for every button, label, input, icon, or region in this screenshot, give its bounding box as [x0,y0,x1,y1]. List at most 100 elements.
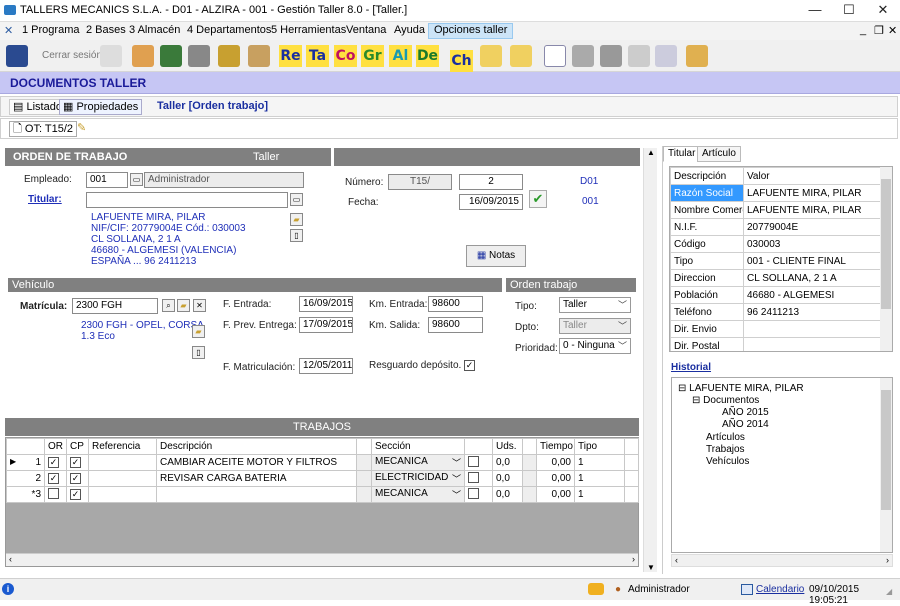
col-descripcion[interactable]: Descripción [670,167,744,185]
notas-button[interactable]: ▦ Notas [466,245,526,267]
tab-titular[interactable]: Titular [663,146,701,162]
seccion-cell[interactable]: ELECTRICIDAD ﹀ [371,470,465,487]
check-e2-icon[interactable] [510,45,532,67]
close-button[interactable]: ✕ [866,0,900,22]
tree-scroll-thumb[interactable] [881,390,891,510]
mdi-close-icon[interactable]: ✕ [888,24,897,37]
property-row[interactable]: Dir. Postal [670,337,881,351]
right-horizontal-scrollbar[interactable]: ‹ › [671,554,893,567]
calendario-link[interactable]: Calendario [756,584,804,595]
property-row[interactable]: N.I.F. 20779004E [670,218,881,236]
car-icon[interactable] [160,45,182,67]
table-row[interactable]: ▶ 1 ✓ ✓ CAMBIAR ACEITE MOTOR Y FILTROS ME… [6,454,639,471]
prioridad-select[interactable]: 0 - Ninguna ﹀ [559,338,631,354]
menu-opciones-taller[interactable]: Opciones taller [428,23,514,39]
col-tiempo[interactable]: Tiempo [536,438,575,455]
col-referencia[interactable]: Referencia [88,438,157,455]
descripcion-cell[interactable]: CAMBIAR ACEITE MOTOR Y FILTROS [156,454,357,471]
resize-grip-icon[interactable]: ◢ [886,587,892,596]
main-vertical-scrollbar[interactable]: ▲ ▼ [643,148,657,572]
tiempo-cell[interactable]: 0,00 [536,486,575,503]
maximize-button[interactable]: ☐ [832,0,866,22]
col-or[interactable]: OR [44,438,67,455]
numero-input[interactable]: 2 [459,174,523,190]
open-folder-icon[interactable]: ▰ [290,213,303,226]
empleado-code-input[interactable]: 001 [86,172,128,188]
dpto-select[interactable]: Taller ﹀ [559,318,631,334]
al-button[interactable]: Al [389,45,412,67]
table-row[interactable]: 2 ✓ ✓ REVISAR CARGA BATERIA ELECTRICIDAD… [6,470,639,487]
properties-scrollbar[interactable] [880,167,892,351]
co-button[interactable]: Co [334,45,357,67]
cliente-document-icon[interactable]: ▯ [290,229,303,242]
vehiculo-folder-icon[interactable]: ▰ [192,325,205,338]
tree-articulos[interactable]: Artículos [706,432,745,444]
tree-year-2014[interactable]: AÑO 2014 [722,419,769,431]
referencia-cell[interactable] [88,454,157,471]
matricula-input[interactable]: 2300 FGH [72,298,158,314]
cp-checkbox[interactable]: ✓ [70,473,81,484]
property-row[interactable]: Código 030003 [670,235,881,253]
tree-year-2015[interactable]: AÑO 2015 [722,407,769,419]
chat-icon[interactable] [588,583,604,595]
tree-vehiculos[interactable]: Vehículos [706,456,749,468]
tree-scrollbar[interactable] [880,378,892,552]
col-uds[interactable]: Uds. [492,438,523,455]
mdi-restore-icon[interactable]: ❐ [874,24,884,37]
save-icon[interactable] [572,45,594,67]
menu-programa[interactable]: 1 Programa [22,24,79,36]
cp-checkbox[interactable]: ✓ [70,489,81,500]
or-checkbox[interactable]: ✓ [48,473,59,484]
seccion-cell[interactable]: MECANICA ﹀ [371,486,465,503]
property-row[interactable]: Teléfono 96 2411213 [670,303,881,321]
info-icon[interactable]: i [2,583,14,595]
row-checkbox[interactable] [468,471,479,483]
menu-ayuda[interactable]: Ayuda [394,24,425,36]
mdi-minimize-icon[interactable]: _ [860,24,866,36]
titular-label[interactable]: Titular: [28,194,62,205]
f-entrada-input[interactable]: 16/09/2015 [299,296,353,312]
property-row[interactable]: Dir. Envio [670,320,881,338]
tools-icon[interactable] [218,45,240,67]
menu-bases[interactable]: 2 Bases [86,24,126,36]
ta-button[interactable]: Ta [306,45,329,67]
tipo-cell[interactable]: 1 [574,454,625,471]
print-icon[interactable] [655,45,677,67]
matricula-folder-icon[interactable]: ▰ [177,299,190,312]
matricula-search-icon[interactable]: ⌕ [162,299,175,312]
fecha-input[interactable]: 16/09/2015 [459,194,523,210]
seccion-cell[interactable]: MECANICA ﹀ [371,454,465,471]
properties-scroll-thumb[interactable] [881,179,891,309]
matricula-clear-icon[interactable]: ✕ [193,299,206,312]
key-icon[interactable] [100,45,122,67]
listado-button[interactable]: ▤ Listado [9,99,66,115]
table-row[interactable]: *3 ✓ MECANICA ﹀ 0,0 0,00 1 [6,486,639,503]
tree-trabajos[interactable]: Trabajos [706,444,745,456]
menu-herramientas[interactable]: 5 Herramientas [271,24,346,36]
tipo-cell[interactable]: 1 [574,470,625,487]
exit-icon[interactable] [6,45,28,67]
new-document-icon[interactable] [544,45,566,67]
trabajos-horizontal-scrollbar[interactable]: ‹ › [6,553,638,566]
uds-cell[interactable]: 0,0 [492,470,523,487]
tree-root[interactable]: ⊟ LAFUENTE MIRA, PILAR [678,383,804,395]
col-descripcion[interactable]: Descripción [156,438,357,455]
f-prev-input[interactable]: 17/09/2015 [299,317,353,333]
col-cp[interactable]: CP [66,438,89,455]
descripcion-cell[interactable]: REVISAR CARGA BATERIA [156,470,357,487]
col-tipo[interactable]: Tipo [574,438,625,455]
tipo-cell[interactable]: 1 [574,486,625,503]
tipo-select[interactable]: Taller ﹀ [559,297,631,313]
save-all-icon[interactable] [600,45,622,67]
collapse-icon[interactable]: ⊟ [678,383,686,394]
menu-departamentos[interactable]: 4 Departamentos [187,24,271,36]
uds-cell[interactable]: 0,0 [492,486,523,503]
descripcion-cell[interactable] [156,486,357,503]
menu-ventana[interactable]: Ventana [346,24,386,36]
km-salida-input[interactable]: 98600 [428,317,483,333]
property-row[interactable]: Razón Social LAFUENTE MIRA, PILAR [670,184,881,202]
referencia-cell[interactable] [88,470,157,487]
ch-button[interactable]: Ch [450,50,473,72]
col-valor[interactable]: Valor [743,167,881,185]
check-e-icon[interactable] [480,45,502,67]
